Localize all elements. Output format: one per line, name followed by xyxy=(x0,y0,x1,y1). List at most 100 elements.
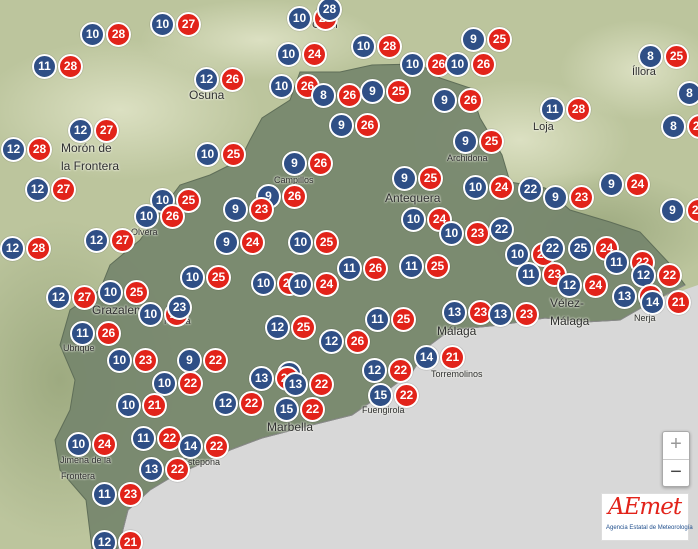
min-temp-badge[interactable]: 11 xyxy=(337,256,362,281)
min-temp-badge[interactable]: 9 xyxy=(360,79,385,104)
min-temp-badge[interactable]: 12 xyxy=(92,530,117,549)
max-temp-badge[interactable]: 21 xyxy=(666,290,691,315)
min-temp-badge[interactable]: 10 xyxy=(180,265,205,290)
aemet-logo[interactable]: AEmet Agencia Estatal de Meteorología xyxy=(601,493,693,541)
zoom-out-button[interactable]: − xyxy=(663,460,689,487)
max-temp-badge[interactable]: 28 xyxy=(377,34,402,59)
max-temp-badge[interactable]: 26 xyxy=(355,113,380,138)
max-temp-badge[interactable]: 27 xyxy=(72,285,97,310)
max-temp-badge[interactable]: 24 xyxy=(489,175,514,200)
min-temp-badge[interactable]: 9 xyxy=(599,172,624,197)
min-temp-badge[interactable]: 12 xyxy=(557,273,582,298)
min-temp-badge[interactable]: 10 xyxy=(251,271,276,296)
max-temp-badge[interactable]: 28 xyxy=(27,137,52,162)
min-temp-badge[interactable]: 11 xyxy=(399,254,424,279)
max-temp-badge[interactable]: 25 xyxy=(391,307,416,332)
max-temp-badge[interactable]: 26 xyxy=(471,52,496,77)
min-temp-badge[interactable]: 12 xyxy=(68,118,93,143)
min-temp-badge[interactable]: 9 xyxy=(453,129,478,154)
min-temp-badge[interactable]: 11 xyxy=(92,482,117,507)
min-temp-badge[interactable]: 10 xyxy=(150,12,175,37)
min-temp-badge[interactable]: 9 xyxy=(543,185,568,210)
max-temp-badge[interactable]: 22 xyxy=(300,397,325,422)
min-temp-badge[interactable]: 13 xyxy=(612,284,637,309)
max-temp-badge[interactable]: 23 xyxy=(118,482,143,507)
min-temp-badge[interactable]: 12 xyxy=(0,236,25,261)
min-temp-badge[interactable]: 14 xyxy=(640,290,665,315)
max-temp-badge[interactable]: 25 xyxy=(206,265,231,290)
min-temp-badge[interactable]: 12 xyxy=(362,358,387,383)
weather-map[interactable]: GenilOsunaÍlloraMorón dela FronteraLojaA… xyxy=(0,0,698,549)
min-temp-badge[interactable]: 13 xyxy=(249,366,274,391)
min-temp-badge[interactable]: 8 xyxy=(661,114,686,139)
max-temp-badge[interactable]: 25 xyxy=(479,129,504,154)
max-temp-badge[interactable]: 21 xyxy=(440,345,465,370)
max-temp-badge[interactable]: 26 xyxy=(308,151,333,176)
max-temp-badge[interactable]: 24 xyxy=(314,272,339,297)
min-temp-badge[interactable]: 10 xyxy=(351,34,376,59)
min-temp-badge[interactable]: 10 xyxy=(445,52,470,77)
min-temp-badge[interactable]: 25 xyxy=(568,236,593,261)
min-temp-badge[interactable]: 11 xyxy=(516,262,541,287)
max-temp-badge[interactable]: 25 xyxy=(314,230,339,255)
min-temp-badge[interactable]: 9 xyxy=(223,197,248,222)
min-temp-badge[interactable]: 8 xyxy=(311,83,336,108)
min-temp-badge[interactable]: 12 xyxy=(194,67,219,92)
min-temp-badge[interactable]: 12 xyxy=(1,137,26,162)
min-temp-badge[interactable]: 9 xyxy=(329,113,354,138)
max-temp-badge[interactable]: 22 xyxy=(204,434,229,459)
max-temp-badge[interactable]: 28 xyxy=(566,97,591,122)
min-temp-badge[interactable]: 11 xyxy=(131,426,156,451)
max-temp-badge[interactable]: 26 xyxy=(160,204,185,229)
max-temp-badge[interactable]: 23 xyxy=(514,302,539,327)
min-temp-badge[interactable]: 9 xyxy=(177,348,202,373)
min-temp-badge[interactable]: 10 xyxy=(195,142,220,167)
max-temp-badge[interactable]: 22 xyxy=(239,391,264,416)
max-temp-badge[interactable]: 25 xyxy=(664,44,689,69)
max-temp-badge[interactable]: 25 xyxy=(124,280,149,305)
max-temp-badge[interactable]: 25 xyxy=(425,254,450,279)
min-temp-badge[interactable]: 13 xyxy=(283,372,308,397)
min-temp-badge[interactable]: 15 xyxy=(368,383,393,408)
min-temp-badge[interactable]: 11 xyxy=(540,97,565,122)
min-temp-badge[interactable]: 9 xyxy=(282,151,307,176)
min-temp-badge[interactable]: 10 xyxy=(288,272,313,297)
min-temp-badge[interactable]: 10 xyxy=(80,22,105,47)
max-temp-badge[interactable]: 22 xyxy=(657,263,682,288)
min-temp-badge[interactable]: 13 xyxy=(139,457,164,482)
min-temp-badge[interactable]: 10 xyxy=(288,230,313,255)
max-temp-badge[interactable]: 22 xyxy=(178,371,203,396)
min-temp-badge[interactable]: 12 xyxy=(25,177,50,202)
min-temp-badge[interactable]: 10 xyxy=(276,42,301,67)
max-temp-badge[interactable]: 25 xyxy=(221,142,246,167)
min-temp-badge[interactable]: 10 xyxy=(463,175,488,200)
max-temp-badge[interactable]: 25 xyxy=(487,27,512,52)
max-temp-badge[interactable]: 23 xyxy=(249,197,274,222)
min-temp-badge[interactable]: 11 xyxy=(70,321,95,346)
max-temp-badge[interactable]: 28 xyxy=(58,54,83,79)
max-temp-badge[interactable]: 27 xyxy=(110,228,135,253)
min-temp-badge[interactable]: 12 xyxy=(84,228,109,253)
max-temp-badge[interactable]: 26 xyxy=(458,88,483,113)
min-temp-badge[interactable]: 23 xyxy=(167,295,192,320)
max-temp-badge[interactable]: 25 xyxy=(291,315,316,340)
max-temp-badge[interactable]: 25 xyxy=(418,166,443,191)
max-temp-badge[interactable]: 22 xyxy=(165,457,190,482)
min-temp-badge[interactable]: 8 xyxy=(638,44,663,69)
max-temp-badge[interactable]: 26 xyxy=(337,83,362,108)
min-temp-badge[interactable]: 10 xyxy=(269,74,294,99)
min-temp-badge[interactable]: 9 xyxy=(392,166,417,191)
max-temp-badge[interactable]: 28 xyxy=(26,236,51,261)
min-temp-badge[interactable]: 9 xyxy=(214,230,239,255)
min-temp-badge[interactable]: 22 xyxy=(518,177,543,202)
min-temp-badge[interactable]: 10 xyxy=(401,207,426,232)
max-temp-badge[interactable]: 24 xyxy=(583,273,608,298)
max-temp-badge[interactable]: 27 xyxy=(176,12,201,37)
max-temp-badge[interactable]: 24 xyxy=(302,42,327,67)
min-temp-badge[interactable]: 13 xyxy=(442,300,467,325)
max-temp-badge[interactable]: 22 xyxy=(203,348,228,373)
max-temp-badge[interactable]: 26 xyxy=(96,321,121,346)
max-temp-badge[interactable]: 23 xyxy=(569,185,594,210)
min-temp-badge[interactable]: 10 xyxy=(107,348,132,373)
min-temp-badge[interactable]: 14 xyxy=(414,345,439,370)
